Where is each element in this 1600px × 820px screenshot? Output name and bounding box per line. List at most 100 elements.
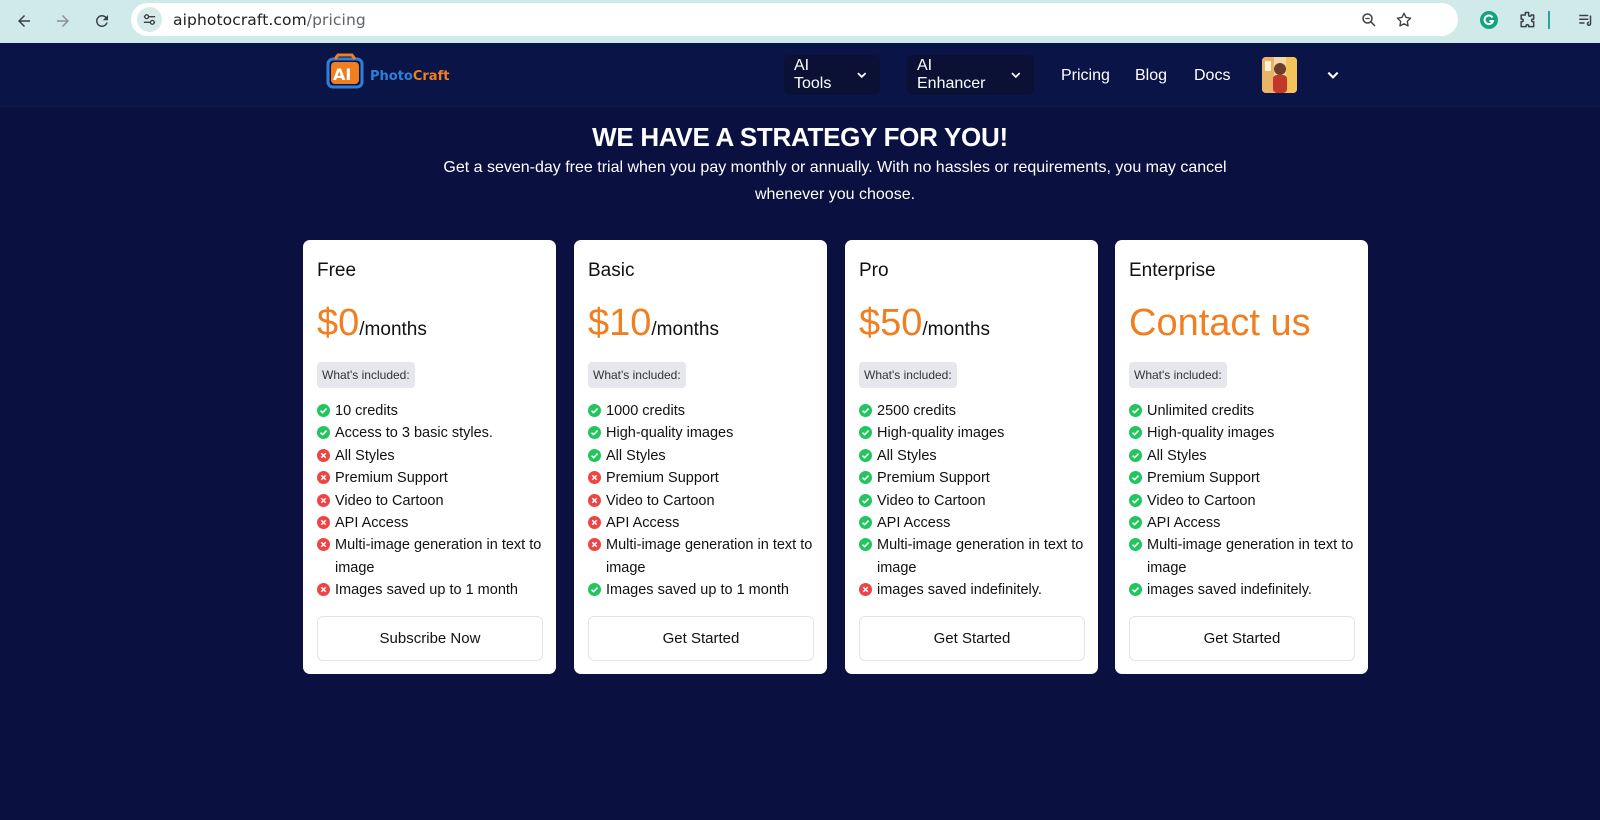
feature-item: Premium Support xyxy=(317,467,549,489)
x-circle-icon xyxy=(317,447,330,462)
nav-blog-link[interactable]: Blog xyxy=(1135,67,1167,85)
plan-name: Basic xyxy=(588,260,635,281)
nav-ai-enhancer-dropdown[interactable]: AI Enhancer xyxy=(907,55,1034,95)
check-circle-icon xyxy=(859,402,872,417)
check-circle-icon xyxy=(588,447,601,462)
plan-card-basic: Basic $10/months What's included: 1000 c… xyxy=(574,240,827,674)
feature-text: Images saved up to 1 month xyxy=(606,582,789,599)
grammarly-extension-icon[interactable] xyxy=(1477,8,1501,32)
tune-icon xyxy=(143,14,156,25)
feature-text: Multi-image generation in text to image xyxy=(877,537,1084,576)
reading-list-icon[interactable] xyxy=(1574,8,1598,32)
address-bar[interactable]: aiphotocraft.com/pricing xyxy=(131,3,1458,36)
feature-list: 1000 credits High-quality images All Style… xyxy=(588,400,820,602)
feature-item: Video to Cartoon xyxy=(859,490,1091,512)
feature-text: API Access xyxy=(606,515,680,532)
extensions-puzzle-icon[interactable] xyxy=(1515,8,1539,32)
x-circle-icon xyxy=(859,581,872,597)
logo-craft-text: Craft xyxy=(412,69,450,84)
nav-ai-tools-label: AI Tools xyxy=(794,57,832,92)
check-circle-icon xyxy=(1129,492,1142,507)
site-logo[interactable]: AI PhotoCraft xyxy=(326,53,466,95)
x-circle-icon xyxy=(588,492,601,507)
plan-price: $10/months xyxy=(588,302,719,345)
back-button[interactable] xyxy=(9,6,39,36)
plan-card-pro: Pro $50/months What's included: 2500 cre… xyxy=(845,240,1098,674)
feature-item: All Styles xyxy=(859,445,1091,467)
nav-pricing-link[interactable]: Pricing xyxy=(1061,67,1110,85)
check-circle-icon xyxy=(859,536,872,552)
feature-text: Multi-image generation in text to image xyxy=(606,537,813,576)
chevron-down-icon xyxy=(1011,72,1021,79)
feature-text: API Access xyxy=(877,515,951,532)
feature-text: 2500 credits xyxy=(877,403,956,419)
whats-included-badge: What's included: xyxy=(317,362,415,388)
check-circle-icon xyxy=(317,424,330,440)
plan-price: $50/months xyxy=(859,302,990,345)
feature-item: Multi-image generation in text to image xyxy=(1129,534,1361,579)
reload-button[interactable] xyxy=(87,6,117,36)
feature-item: Video to Cartoon xyxy=(1129,490,1361,512)
nav-ai-tools-dropdown[interactable]: AI Tools xyxy=(784,55,880,95)
site-settings-icon[interactable] xyxy=(137,7,162,32)
x-circle-icon xyxy=(317,581,330,597)
feature-item: Images saved up to 1 month xyxy=(588,579,820,601)
price-period: /months xyxy=(922,319,990,340)
price-amount: $50 xyxy=(859,302,923,344)
feature-text: Premium Support xyxy=(606,470,719,487)
feature-text: All Styles xyxy=(335,447,395,464)
user-avatar[interactable] xyxy=(1262,57,1297,93)
feature-text: API Access xyxy=(1147,515,1221,532)
plan-card-enterprise: Enterprise Contact us What's included: U… xyxy=(1115,240,1368,674)
bookmark-star-icon[interactable] xyxy=(1393,9,1415,31)
url-path: /pricing xyxy=(306,11,366,29)
check-circle-icon xyxy=(1129,447,1142,462)
get-started-button[interactable]: Get Started xyxy=(859,616,1085,661)
feature-text: images saved indefinitely. xyxy=(1147,582,1312,599)
check-circle-icon xyxy=(859,447,872,462)
logo-wordmark: PhotoCraft xyxy=(370,69,449,84)
feature-text: Premium Support xyxy=(877,470,990,487)
check-circle-icon xyxy=(1129,469,1142,485)
feature-list: 2500 credits High-quality images All Style… xyxy=(859,400,1091,602)
feature-text: High-quality images xyxy=(606,425,734,442)
plan-price: Contact us xyxy=(1129,302,1311,345)
x-circle-icon xyxy=(317,536,330,552)
feature-item: Video to Cartoon xyxy=(588,490,820,512)
feature-text: images saved indefinitely. xyxy=(877,582,1042,599)
feature-item: All Styles xyxy=(1129,445,1361,467)
price-period: /months xyxy=(359,319,427,340)
check-circle-icon xyxy=(859,469,872,485)
feature-item: High-quality images xyxy=(1129,422,1361,444)
feature-text: All Styles xyxy=(606,447,666,464)
feature-item: High-quality images xyxy=(859,422,1091,444)
feature-item: Premium Support xyxy=(588,467,820,489)
feature-text: Images saved up to 1 month xyxy=(335,582,518,599)
get-started-button[interactable]: Get Started xyxy=(1129,616,1355,661)
feature-text: Access to 3 basic styles. xyxy=(335,425,493,442)
x-circle-icon xyxy=(317,492,330,507)
feature-item: Access to 3 basic styles. xyxy=(317,422,549,444)
feature-text: Premium Support xyxy=(1147,470,1260,487)
arrow-left-icon xyxy=(18,15,30,27)
price-amount: Contact us xyxy=(1129,302,1311,344)
subscribe-now-button[interactable]: Subscribe Now xyxy=(317,616,543,661)
site-header: AI PhotoCraft AI Tools AI Enhancer Prici… xyxy=(0,43,1600,107)
nav-docs-link[interactable]: Docs xyxy=(1194,67,1230,85)
account-chevron-down-icon[interactable] xyxy=(1326,68,1340,82)
url-text: aiphotocraft.com/pricing xyxy=(173,11,366,29)
feature-text: Video to Cartoon xyxy=(335,492,444,509)
reload-icon xyxy=(95,14,108,27)
feature-item: Images saved up to 1 month xyxy=(317,579,549,601)
feature-item: Unlimited credits xyxy=(1129,400,1361,422)
feature-list: Unlimited credits High-quality images All … xyxy=(1129,400,1361,602)
feature-item: Multi-image generation in text to image xyxy=(859,534,1091,579)
feature-list: 10 credits Access to 3 basic styles. All S… xyxy=(317,400,549,602)
check-circle-icon xyxy=(859,514,872,530)
zoom-icon[interactable] xyxy=(1358,9,1380,31)
forward-button[interactable] xyxy=(48,6,78,36)
x-circle-icon xyxy=(588,514,601,530)
get-started-button[interactable]: Get Started xyxy=(588,616,814,661)
page-title: WE HAVE A STRATEGY FOR YOU! xyxy=(592,122,1008,152)
feature-text: All Styles xyxy=(1147,447,1207,464)
